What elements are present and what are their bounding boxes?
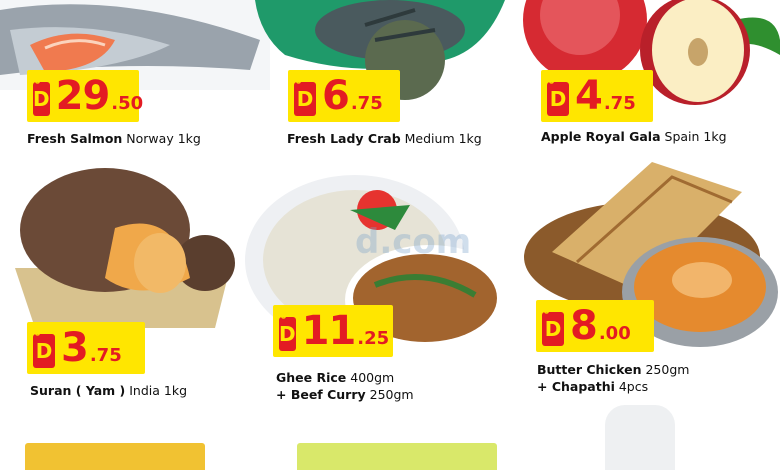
product-label-ghee-rice: Ghee Rice 400gm + Beef Curry 250gm	[276, 370, 414, 402]
currency-badge: QR D	[33, 325, 55, 368]
price-decimal: .75	[603, 93, 636, 114]
price-integer: 11	[301, 308, 357, 354]
price-tag-yam: QR D 3 .75	[27, 322, 145, 374]
price-integer: 3	[61, 325, 89, 371]
price-integer: 29	[55, 73, 111, 119]
price-integer: 8	[570, 303, 598, 349]
product-image-bottom-right	[605, 405, 675, 470]
product-label-apple: Apple Royal Gala Spain 1kg	[541, 129, 727, 144]
price-integer: 4	[575, 73, 603, 119]
currency-badge: QR D	[547, 73, 569, 116]
product-label-crab: Fresh Lady Crab Medium 1kg	[287, 131, 482, 146]
product-image-bottom-left	[25, 443, 205, 470]
product-image-bottom-center	[297, 443, 497, 470]
price-tag-salmon: QR D 29 .50	[27, 70, 143, 122]
price-decimal: .75	[89, 345, 122, 366]
yam-image	[15, 168, 235, 328]
price-tag-ghee-rice: QR D 11 .25	[273, 305, 393, 357]
currency-badge: QR D	[542, 303, 564, 346]
currency-badge: QR D	[294, 73, 316, 116]
price-decimal: .00	[598, 323, 631, 344]
product-label-butter-chicken: Butter Chicken 250gm + Chapathi 4pcs	[537, 362, 690, 394]
price-tag-crab: QR D 6 .75	[288, 70, 400, 122]
currency-badge: QR D	[33, 73, 50, 116]
product-label-salmon: Fresh Salmon Norway 1kg	[27, 131, 201, 146]
price-tag-butter-chicken: QR D 8 .00	[536, 300, 654, 352]
product-label-yam: Suran ( Yam ) India 1kg	[30, 383, 188, 398]
price-tag-apple: QR D 4 .75	[541, 70, 653, 122]
watermark: d.com	[355, 222, 472, 262]
currency-badge: QR D	[279, 308, 296, 351]
price-decimal: .75	[350, 93, 383, 114]
price-integer: 6	[322, 73, 350, 119]
price-decimal: .50	[111, 93, 144, 114]
price-decimal: .25	[357, 328, 390, 349]
